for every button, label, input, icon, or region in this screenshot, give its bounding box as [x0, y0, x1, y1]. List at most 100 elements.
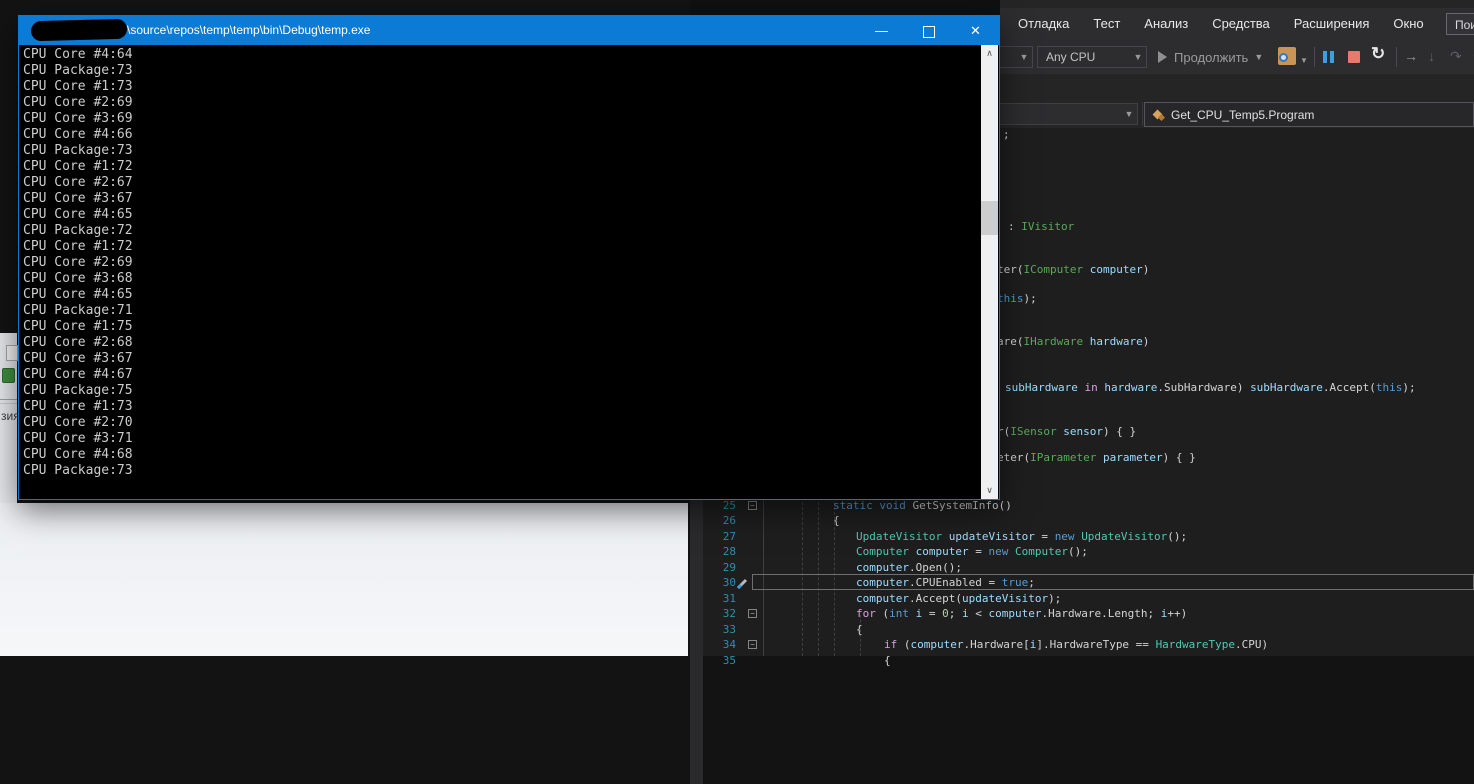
console-line: CPU Core #4:67 — [23, 367, 982, 383]
console-line: CPU Core #4:64 — [23, 47, 982, 63]
line-number: 35 — [704, 653, 736, 669]
console-line: CPU Core #2:67 — [23, 175, 982, 191]
console-line: CPU Package:75 — [23, 383, 982, 399]
console-line: CPU Core #3:68 — [23, 271, 982, 287]
console-title: \source\repos\temp\temp\bin\Debug\temp.e… — [127, 16, 370, 45]
platform-value: Any CPU — [1038, 50, 1130, 64]
fold-collapse-box[interactable]: − — [748, 640, 757, 649]
line-number: 30 — [704, 575, 736, 591]
show-next-statement-button[interactable]: → — [1404, 48, 1418, 64]
menu-item-тест[interactable]: Тест — [1081, 8, 1132, 40]
menu-item-средства[interactable]: Средства — [1200, 8, 1282, 40]
line-number: 34 — [704, 637, 736, 653]
code-line-28: Computer computer = new Computer(); — [856, 544, 1088, 560]
background-window-sliver: зия — [0, 333, 17, 503]
play-icon — [1158, 51, 1167, 63]
window-frame-shadow — [690, 0, 1000, 15]
code-fragment: eter(IParameter parameter) { } — [997, 450, 1196, 466]
vs-search-box[interactable]: Пои — [1446, 13, 1474, 35]
console-line: CPU Core #2:69 — [23, 255, 982, 271]
fold-collapse-box[interactable]: − — [748, 609, 757, 618]
console-line: CPU Core #1:72 — [23, 239, 982, 255]
console-line: CPU Core #4:65 — [23, 207, 982, 223]
code-line-34: if (computer.Hardware[i].HardwareType ==… — [884, 637, 1268, 653]
console-line: CPU Package:73 — [23, 143, 982, 159]
line-number: 33 — [704, 622, 736, 638]
close-button[interactable]: ✕ — [952, 16, 999, 45]
code-line-35: { — [884, 653, 891, 669]
magnifier-folder-icon[interactable] — [1278, 47, 1296, 65]
chevron-down-icon: ▼ — [1254, 52, 1263, 62]
console-line: CPU Core #4:65 — [23, 287, 982, 303]
continue-label: Продолжить — [1174, 50, 1248, 65]
line-number: 31 — [704, 591, 736, 607]
code-line-26: { — [833, 513, 840, 529]
console-line: CPU Core #1:73 — [23, 79, 982, 95]
console-window: \source\repos\temp\temp\bin\Debug\temp.e… — [18, 15, 1000, 500]
code-line-31: computer.Accept(updateVisitor); — [856, 591, 1061, 607]
chevron-down-icon[interactable]: ▼ — [1300, 56, 1308, 65]
restart-button[interactable]: ↻ — [1371, 44, 1385, 64]
console-line: CPU Core #4:68 — [23, 447, 982, 463]
console-line: CPU Core #1:73 — [23, 399, 982, 415]
line-number: 29 — [704, 560, 736, 576]
console-line: CPU Core #2:70 — [23, 415, 982, 431]
console-line: CPU Core #4:66 — [23, 127, 982, 143]
pause-button[interactable] — [1323, 50, 1334, 68]
code-fragment: r(ISensor sensor) { } — [997, 424, 1136, 440]
console-line: CPU Package:71 — [23, 303, 982, 319]
line-number: 32 — [704, 606, 736, 622]
code-line-29: computer.Open(); — [856, 560, 962, 576]
background-window-fragment — [0, 503, 688, 656]
class-icon — [1151, 108, 1166, 122]
menu-item-расширения[interactable]: Расширения — [1282, 8, 1382, 40]
editor-gutter — [690, 500, 703, 784]
code-fragment: are(IHardware hardware) — [997, 334, 1149, 350]
edit-pencil-icon — [736, 577, 749, 590]
toolbar-separator — [1314, 47, 1315, 67]
green-app-icon — [2, 368, 15, 383]
menu-item-отладка[interactable]: Отладка — [1006, 8, 1081, 40]
step-into-button[interactable]: ↓ — [1428, 48, 1435, 64]
fragment-label: зия — [1, 409, 20, 423]
line-number: 27 — [704, 529, 736, 545]
type-dropdown[interactable]: Get_CPU_Temp5.Program — [1144, 102, 1474, 127]
scroll-up-arrow-icon[interactable]: ∧ — [981, 45, 998, 62]
console-line: CPU Core #1:75 — [23, 319, 982, 335]
chevron-down-icon: ▼ — [1130, 52, 1146, 62]
code-fragment: ter(IComputer computer) — [997, 262, 1149, 278]
step-over-button[interactable]: ↷ — [1450, 48, 1462, 65]
chevron-down-icon: ▼ — [1121, 109, 1137, 119]
console-line: CPU Package:72 — [23, 223, 982, 239]
console-scrollbar[interactable]: ∧ ∨ — [981, 45, 998, 499]
scroll-down-arrow-icon[interactable]: ∨ — [981, 482, 998, 499]
code-line-32: for (int i = 0; i < computer.Hardware.Le… — [856, 606, 1187, 622]
redaction-blob — [31, 19, 127, 42]
scrollbar-thumb[interactable] — [981, 201, 998, 235]
code-fragment: this); — [997, 291, 1037, 307]
console-output[interactable]: CPU Core #4:64CPU Package:73CPU Core #1:… — [19, 45, 982, 499]
stop-button[interactable] — [1348, 51, 1360, 63]
fold-collapse-box[interactable]: − — [748, 501, 757, 510]
menu-item-окно[interactable]: Окно — [1381, 8, 1435, 40]
code-fragment: : IVisitor — [1008, 219, 1074, 235]
maximize-button[interactable] — [905, 16, 952, 45]
console-titlebar[interactable]: \source\repos\temp\temp\bin\Debug\temp.e… — [19, 16, 999, 45]
console-line: CPU Package:73 — [23, 63, 982, 79]
console-line: CPU Core #3:67 — [23, 191, 982, 207]
console-line: CPU Core #2:69 — [23, 95, 982, 111]
code-fragment: subHardware in hardware.SubHardware) sub… — [1005, 380, 1416, 396]
line-number: 26 — [704, 513, 736, 529]
screen: { "console": { "title_path": "\\source\\… — [0, 0, 1474, 656]
continue-button[interactable]: Продолжить ▼ — [1158, 46, 1263, 68]
console-line: CPU Package:73 — [23, 463, 982, 479]
console-line: CPU Core #2:68 — [23, 335, 982, 351]
menu-item-анализ[interactable]: Анализ — [1132, 8, 1200, 40]
fragment-button — [6, 345, 18, 361]
minimize-button[interactable]: — — [858, 16, 905, 45]
code-line-30: computer.CPUEnabled = true; — [856, 575, 1035, 591]
code-fragment: ; — [1003, 127, 1010, 143]
code-line-33: { — [856, 622, 863, 638]
toolbar-separator — [1396, 47, 1397, 67]
platform-dropdown[interactable]: Any CPU ▼ — [1037, 46, 1147, 68]
